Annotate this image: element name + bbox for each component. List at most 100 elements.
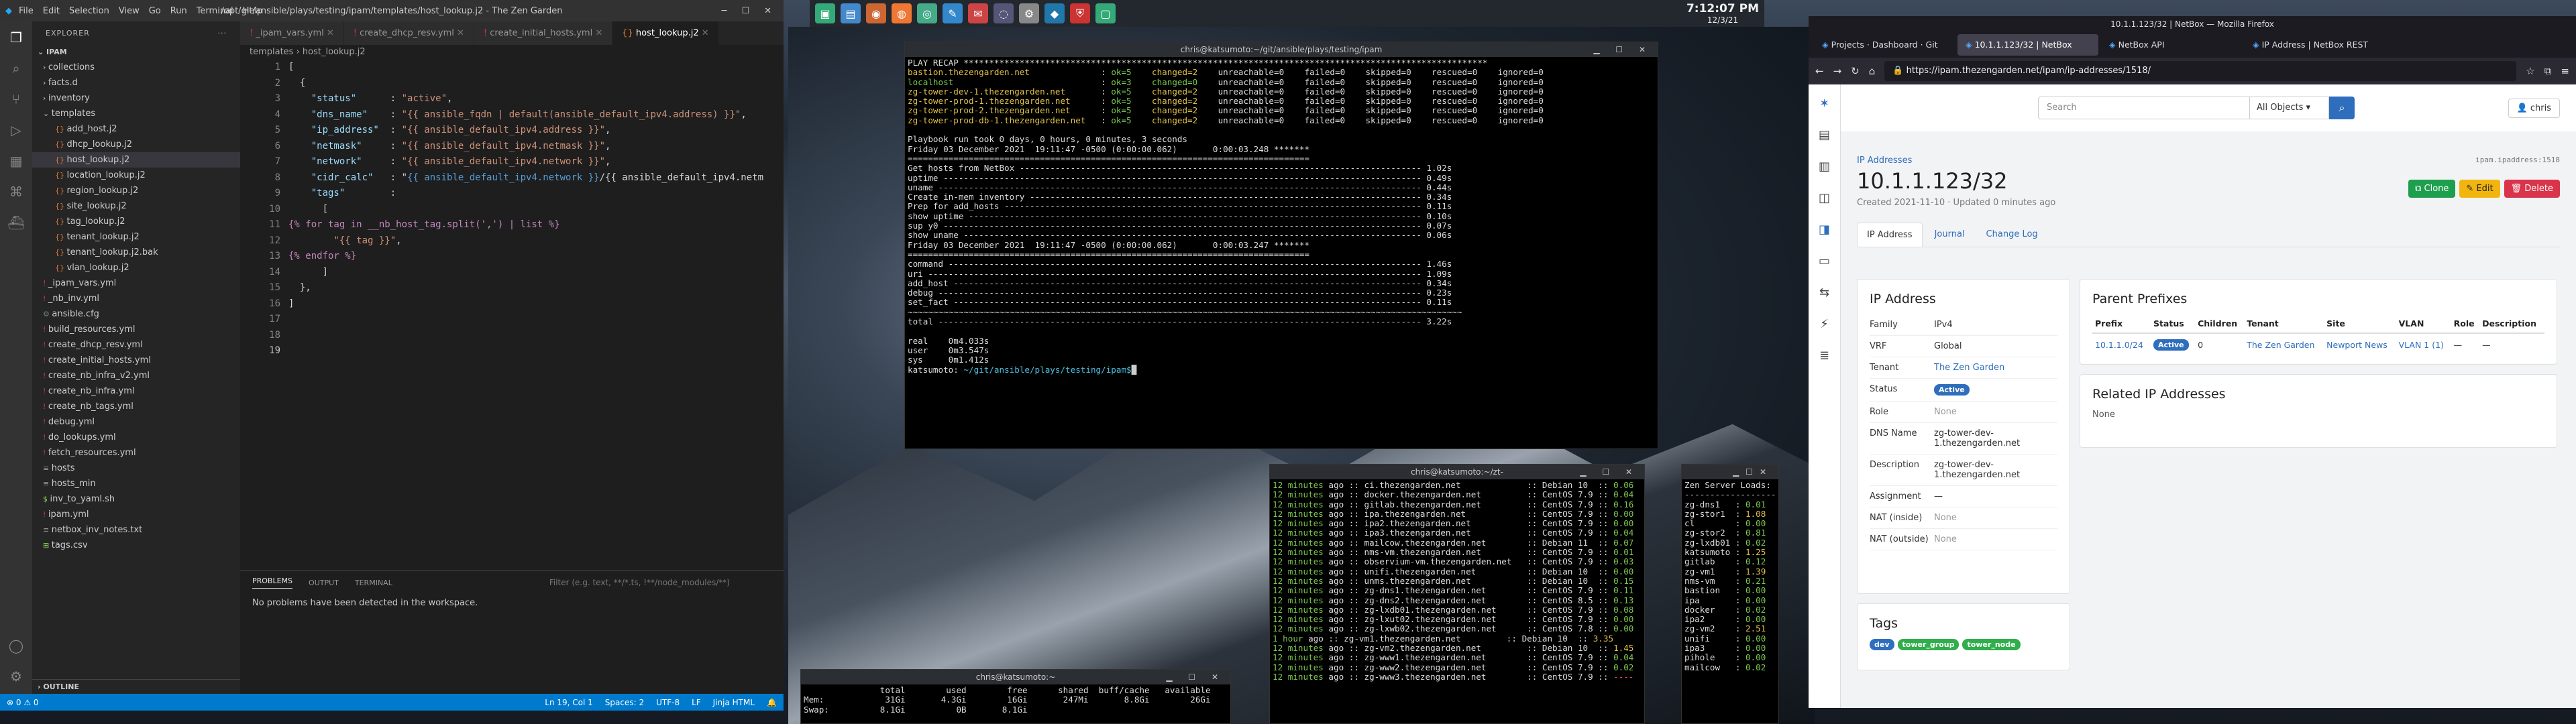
outline-section[interactable]: › OUTLINE [32, 679, 240, 694]
workspace-root[interactable]: ⌄ IPAM [32, 45, 240, 60]
tree-item[interactable]: ! _nb_inv.yml [32, 291, 240, 306]
firefox-icon[interactable]: ◍ [892, 3, 912, 23]
organization-icon[interactable]: ▤ [1819, 128, 1830, 142]
tree-item[interactable]: ! fetch_resources.yml [32, 445, 240, 461]
run-debug-icon[interactable]: ▷ [11, 122, 21, 138]
terminal-free-controls[interactable]: ▁ ☐ ✕ [1166, 670, 1225, 684]
terminal-free[interactable]: chris@katsumoto:~ ▁ ☐ ✕ total used free s… [800, 669, 1231, 724]
tree-item[interactable]: $ inv_to_yaml.sh [32, 491, 240, 507]
search-scope-select[interactable]: All Objects ▾ [2250, 97, 2329, 119]
tag-badge[interactable]: tower_node [1962, 639, 2021, 650]
user-menu[interactable]: 👤 chris [2508, 98, 2560, 118]
tag-badge[interactable]: tower_group [1897, 639, 1960, 650]
tab-change-log[interactable]: Change Log [1977, 223, 2047, 247]
tree-item[interactable]: {} tenant_lookup.j2.bak [32, 245, 240, 260]
editor-tab[interactable]: ! create_dhcp_resv.yml ✕ [343, 21, 474, 45]
terminal-icon[interactable]: ▣ [815, 3, 835, 23]
netbox-logo-icon[interactable]: ✶ [1819, 97, 1829, 111]
delete-button[interactable]: 🗑 Delete [2504, 180, 2560, 198]
virtualization-icon[interactable]: ▭ [1819, 254, 1830, 268]
tab-problems[interactable]: PROBLEMS [252, 577, 293, 589]
tree-item[interactable]: › facts.d [32, 75, 240, 90]
tree-item[interactable]: {} tenant_lookup.j2 [32, 229, 240, 245]
back-icon[interactable]: ← [1815, 65, 1824, 77]
term2-icon[interactable]: ▢ [1095, 3, 1116, 23]
home-icon[interactable]: ⌂ [1869, 65, 1876, 77]
close-tab-icon[interactable]: ✕ [592, 28, 602, 38]
tree-item[interactable]: {} tag_lookup.j2 [32, 214, 240, 229]
tag-badge[interactable]: dev [1870, 639, 1894, 650]
terminal-window-controls[interactable]: ▁ ☐ ✕ [1593, 42, 1652, 57]
table-link[interactable]: 10.1.1.0/24 [2095, 340, 2143, 350]
tree-item[interactable]: {} vlan_lookup.j2 [32, 260, 240, 276]
close-icon[interactable]: ✕ [764, 6, 771, 16]
chrome-icon[interactable]: ◎ [917, 3, 937, 23]
menu-selection[interactable]: Selection [69, 6, 109, 16]
tree-item[interactable]: {} add_host.j2 [32, 121, 240, 137]
close-tab-icon[interactable]: ✕ [454, 28, 464, 38]
menu-help[interactable]: Help [243, 6, 263, 16]
tree-item[interactable]: ⚙ ansible.cfg [32, 306, 240, 322]
edit-button[interactable]: ✎ Edit [2459, 180, 2500, 198]
url-bar[interactable]: 🔒 https://ipam.thezengarden.net/ipam/ip-… [1884, 61, 2517, 81]
files-icon[interactable]: ▤ [841, 3, 861, 23]
language-status[interactable]: Jinja HTML [713, 698, 755, 707]
browser-tab[interactable]: ◈ IP Address | NetBox REST [2245, 34, 2385, 56]
problems-status[interactable]: ⊗ 0 ⚠ 0 [7, 698, 39, 707]
maximize-icon[interactable]: ☐ [741, 6, 749, 16]
source-control-icon[interactable]: ⑂ [12, 91, 20, 107]
ipam-icon[interactable]: ◨ [1819, 223, 1830, 237]
vscode-icon[interactable]: ◆ [1044, 3, 1065, 23]
table-link[interactable]: The Zen Garden [2247, 340, 2314, 350]
steam-icon[interactable]: ◌ [994, 3, 1014, 23]
explorer-icon[interactable]: ❐ [10, 29, 22, 46]
eol-status[interactable]: LF [692, 698, 701, 707]
menu-terminal[interactable]: Terminal [197, 6, 233, 16]
tab-journal[interactable]: Journal [1925, 223, 1974, 247]
tenant-link[interactable]: The Zen Garden [1934, 363, 2004, 373]
tree-item[interactable]: ⌄ templates [32, 106, 240, 121]
browser-tab[interactable]: ◈ Projects · Dashboard · Git [1814, 34, 1955, 56]
minimize-icon[interactable]: ─ [722, 6, 727, 16]
tree-item[interactable]: {} region_lookup.j2 [32, 183, 240, 198]
tree-item[interactable]: {} site_lookup.j2 [32, 198, 240, 214]
docker-icon[interactable]: ⛴ [7, 215, 24, 231]
code-editor[interactable]: 1 2 3 4 5 6 7 8 9 10 11 12 13 14 15 16 17 18 19 [ { "statu… [240, 60, 784, 570]
remote-icon[interactable]: ⌘ [9, 184, 23, 200]
breadcrumb[interactable]: templates › host_lookup.j2 [240, 45, 366, 60]
tree-item[interactable]: › inventory [32, 90, 240, 106]
close-tab-icon[interactable]: ✕ [324, 28, 334, 38]
browser-tab[interactable]: ◈ NetBox API [2101, 34, 2242, 56]
menu-view[interactable]: View [119, 6, 140, 16]
tree-item[interactable]: ! build_resources.yml [32, 322, 240, 337]
indent-status[interactable]: Spaces: 2 [605, 698, 644, 707]
connections-icon[interactable]: ◫ [1819, 191, 1830, 205]
tree-item[interactable]: ⊞ tags.csv [32, 538, 240, 553]
terminal-loads[interactable]: ▁☐✕ Zen Server Loads: ------------------ z… [1681, 464, 1779, 724]
power-icon[interactable]: ⚡ [1820, 317, 1829, 331]
taskbar-clock[interactable]: 7:12:07 PM 12/3/21 [1686, 2, 1759, 25]
tree-item[interactable]: ! debug.yml [32, 414, 240, 430]
extensions-icon[interactable]: ▦ [10, 153, 23, 169]
tree-item[interactable]: ! create_nb_infra.yml [32, 383, 240, 399]
tree-item[interactable]: ! ipam.yml [32, 507, 240, 522]
tab-output[interactable]: OUTPUT [309, 579, 339, 587]
clone-button[interactable]: ⧉ Clone [2408, 180, 2456, 198]
tree-item[interactable]: {} host_lookup.j2 [32, 152, 240, 168]
cursor-position[interactable]: Ln 19, Col 1 [545, 698, 593, 707]
tab-terminal[interactable]: TERMINAL [355, 579, 392, 587]
editor-tab[interactable]: ! _ipam_vars.yml ✕ [240, 21, 344, 45]
tree-item[interactable]: ! create_nb_infra_v2.yml [32, 368, 240, 383]
circuits-icon[interactable]: ⇆ [1819, 286, 1829, 300]
breadcrumb-ip-addresses[interactable]: IP Addresses [1857, 156, 2560, 166]
menu-run[interactable]: Run [170, 6, 187, 16]
tree-item[interactable]: ! do_lookups.yml [32, 430, 240, 445]
devices-icon[interactable]: ▥ [1819, 160, 1830, 174]
tree-item[interactable]: ≡ hosts_min [32, 476, 240, 491]
mail-icon[interactable]: ✉ [968, 3, 988, 23]
tree-item[interactable]: ≡ netbox_inv_notes.txt [32, 522, 240, 538]
encoding-status[interactable]: UTF-8 [656, 698, 680, 707]
settings-icon[interactable]: ⚙ [1019, 3, 1039, 23]
tree-item[interactable]: {} dhcp_lookup.j2 [32, 137, 240, 152]
terminal-hosts-controls[interactable]: ▁ ☐ ✕ [1580, 465, 1639, 479]
